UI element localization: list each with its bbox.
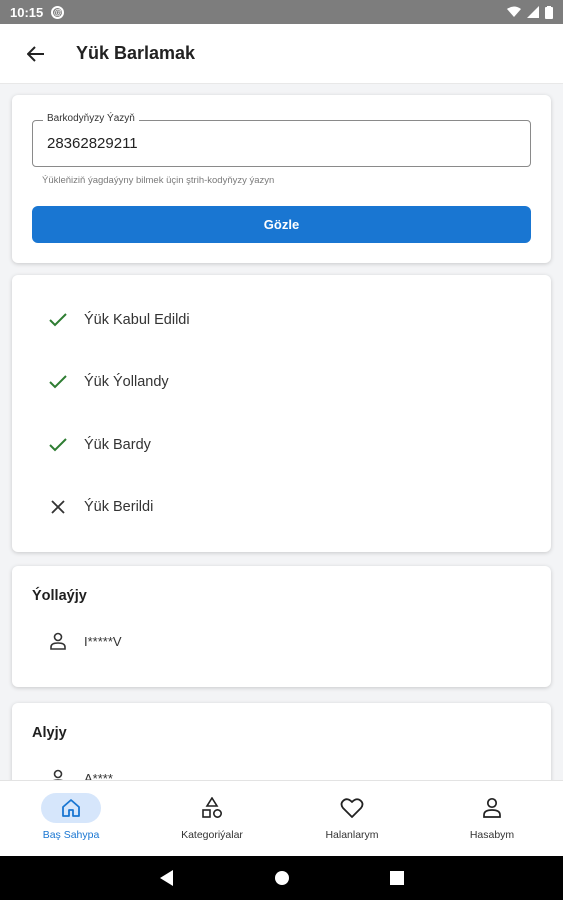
- receiver-title: Alyjy: [32, 725, 67, 741]
- search-button[interactable]: Gözle: [32, 206, 531, 243]
- barcode-field[interactable]: Barkodyňyzy Ýazyň: [32, 113, 531, 167]
- step-accepted: Ýük Kabul Edildi: [48, 306, 190, 334]
- back-triangle-icon[interactable]: [159, 870, 174, 886]
- step-delivered: Ýük Berildi: [48, 493, 153, 521]
- recents-square-icon[interactable]: [389, 871, 404, 885]
- signal-icon: [527, 6, 539, 18]
- barcode-search-card: Barkodyňyzy Ýazyň Ýükleňiziň ýagdaýyny b…: [12, 95, 551, 263]
- nav-home-label: Baş Sahypa: [42, 829, 100, 841]
- barcode-field-label: Barkodyňyzy Ýazyň: [43, 113, 139, 124]
- check-icon: [48, 310, 68, 330]
- home-circle-icon[interactable]: [274, 870, 290, 886]
- tracking-steps-card: Ýük Kabul Edildi Ýük Ýollandy Ýük Bardy …: [12, 275, 551, 552]
- check-icon: [48, 372, 68, 392]
- nav-favorites[interactable]: Halanlarym: [292, 793, 412, 841]
- receiver-row: A****: [50, 769, 113, 780]
- page-title: Yük Barlamak: [76, 43, 196, 63]
- step-sent: Ýük Ýollandy: [48, 368, 169, 396]
- nav-account-label: Hasabym: [469, 829, 515, 841]
- sender-name: I*****V: [84, 633, 122, 649]
- nav-home[interactable]: Baş Sahypa: [11, 793, 131, 841]
- step-label: Ýük Ýollandy: [84, 374, 169, 390]
- sender-row: I*****V: [50, 632, 122, 650]
- content-scroll[interactable]: Barkodyňyzy Ýazyň Ýükleňiziň ýagdaýyny b…: [0, 84, 563, 780]
- notification-icon: @: [51, 5, 65, 19]
- step-label: Ýük Berildi: [84, 499, 154, 515]
- category-icon: [182, 793, 242, 823]
- sender-title: Ýollaýjy: [32, 588, 87, 604]
- heart-icon: [322, 793, 382, 823]
- nav-categories[interactable]: Kategoriýalar: [152, 793, 272, 841]
- check-icon: [48, 435, 68, 455]
- close-icon: [48, 497, 68, 517]
- barcode-input[interactable]: [47, 135, 517, 152]
- status-time: 10:15: [10, 4, 44, 20]
- nav-categories-label: Kategoriýalar: [181, 829, 243, 841]
- receiver-card: Alyjy A****: [12, 703, 551, 780]
- system-navigation-bar: [0, 856, 563, 900]
- nav-favorites-label: Halanlarym: [325, 829, 379, 841]
- bottom-navigation: Baş Sahypa Kategoriýalar Halanlarym Hasa…: [0, 780, 563, 856]
- step-label: Ýük Kabul Edildi: [84, 312, 190, 328]
- account-icon: [462, 793, 522, 823]
- person-icon: [53, 769, 63, 780]
- wifi-icon: [507, 6, 521, 17]
- status-bar: 10:15 @: [0, 0, 563, 24]
- back-arrow-icon[interactable]: [24, 42, 48, 66]
- sender-card: Ýollaýjy I*****V: [12, 566, 551, 687]
- receiver-name: A****: [84, 770, 113, 781]
- step-label: Ýük Bardy: [84, 437, 151, 453]
- barcode-helper-text: Ýükleňiziň ýagdaýyny bilmek üçin ştrih-k…: [42, 175, 275, 186]
- step-arrived: Ýük Bardy: [48, 431, 151, 459]
- person-icon: [50, 632, 66, 650]
- app-bar: Yük Barlamak: [0, 24, 563, 84]
- nav-account[interactable]: Hasabym: [432, 793, 552, 841]
- battery-icon: [545, 5, 553, 19]
- home-icon: [41, 793, 101, 823]
